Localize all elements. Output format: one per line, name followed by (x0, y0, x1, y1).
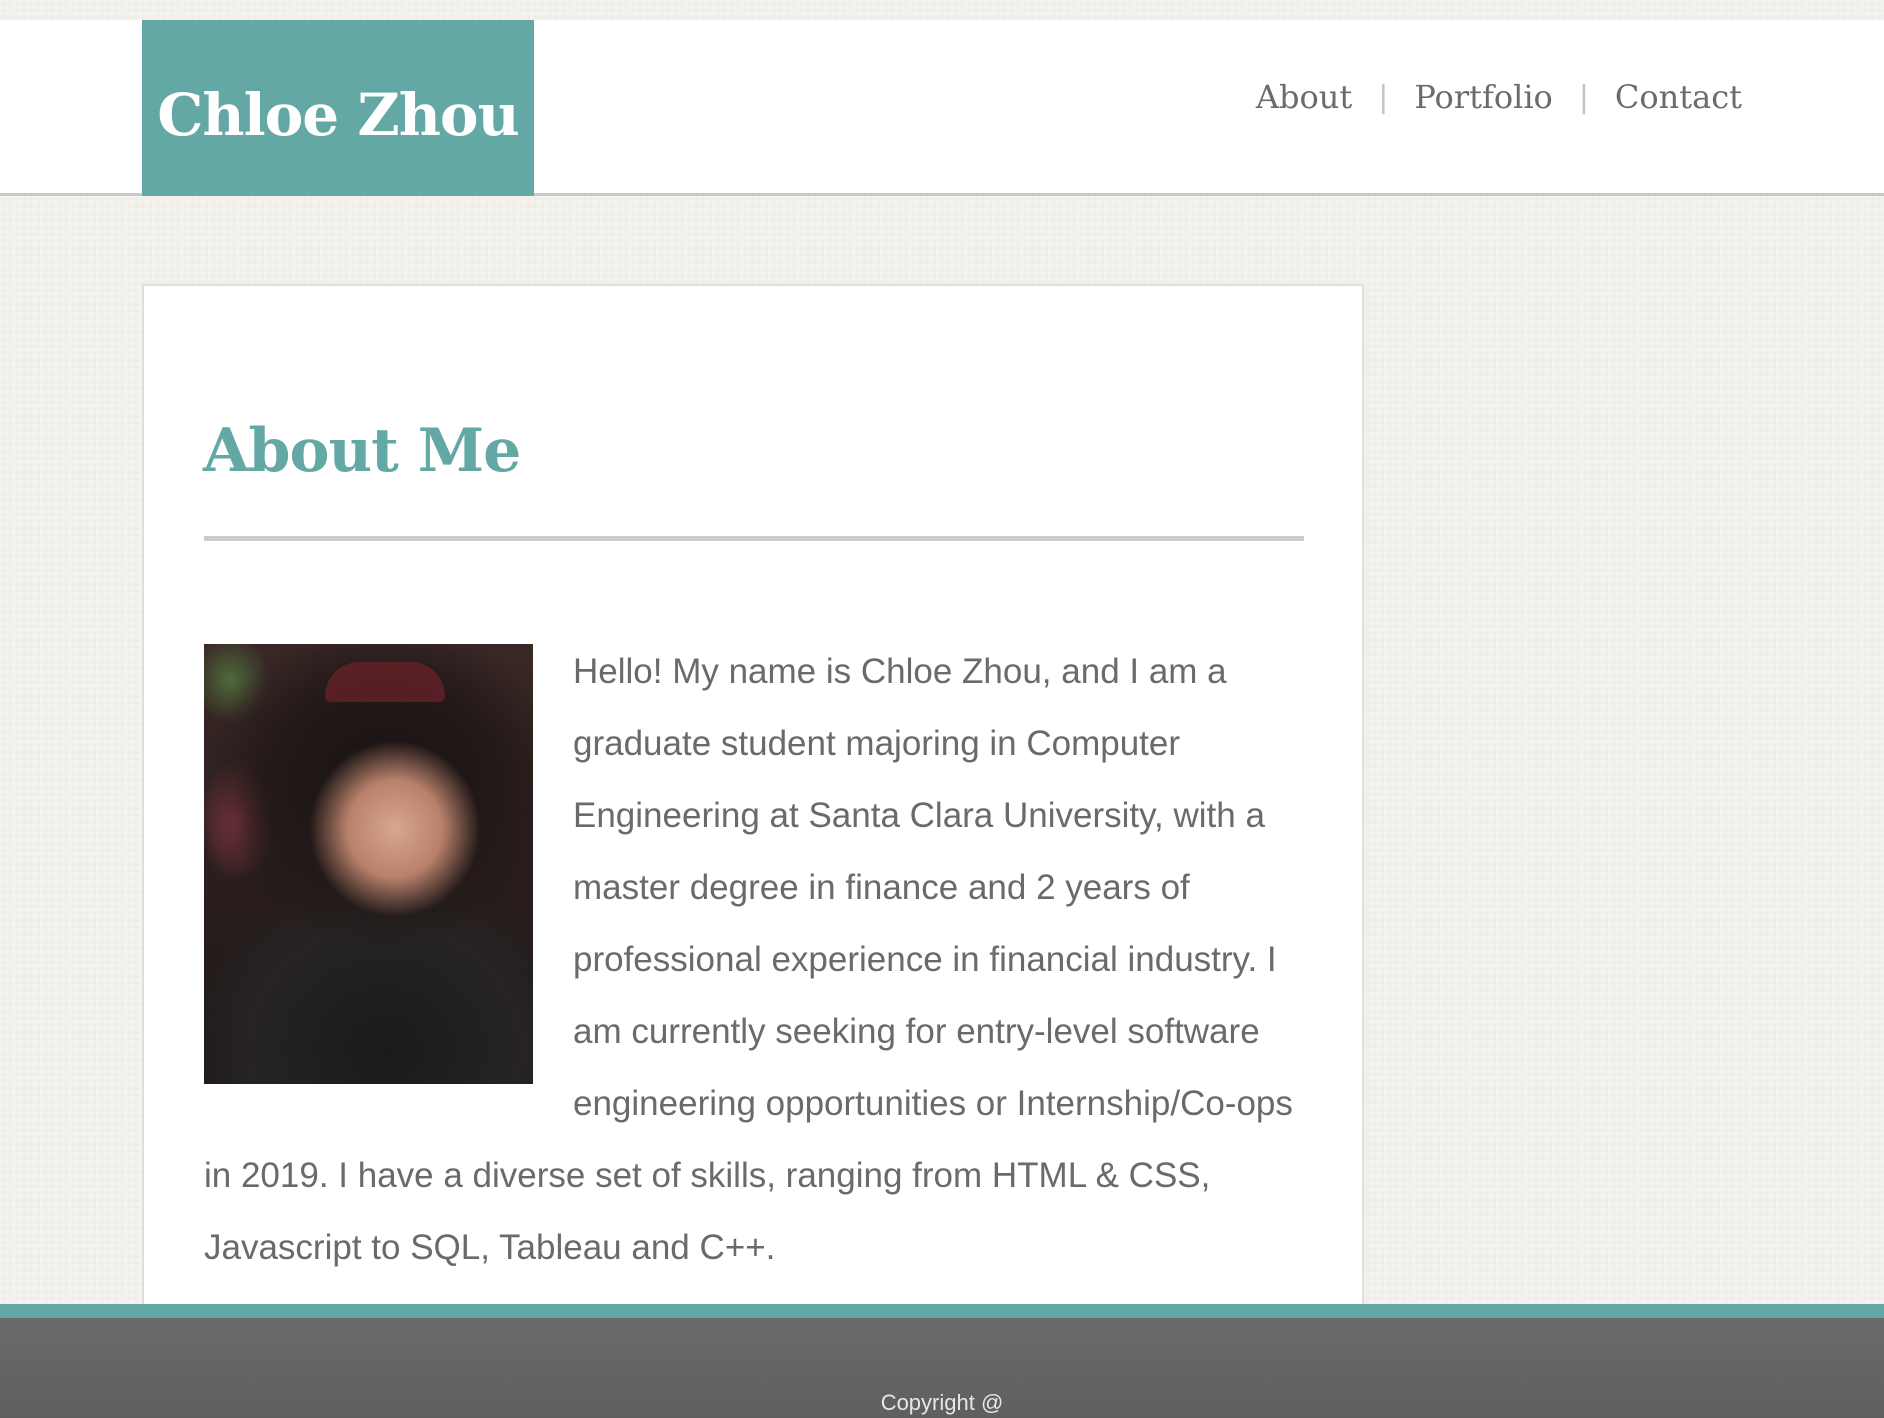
nav-link-about[interactable]: About (1256, 78, 1352, 116)
nav-separator: | (1378, 79, 1389, 115)
nav-link-portfolio[interactable]: Portfolio (1414, 78, 1553, 116)
about-card: About Me Hello! My name is Chloe Zhou, a… (142, 284, 1364, 1324)
nav-separator: | (1578, 79, 1589, 115)
title-divider (204, 536, 1304, 541)
about-content: Hello! My name is Chloe Zhou, and I am a… (204, 636, 1304, 1284)
site-header: Chloe Zhou About | Portfolio | Contact (0, 20, 1884, 196)
main-nav: About | Portfolio | Contact (1256, 78, 1742, 116)
profile-photo (204, 644, 533, 1084)
footer-accent-bar (0, 1304, 1884, 1318)
nav-link-contact[interactable]: Contact (1615, 78, 1742, 116)
logo[interactable]: Chloe Zhou (142, 20, 534, 196)
page-title: About Me (203, 416, 521, 486)
copyright-text: Copyright @ (880, 1390, 1004, 1415)
logo-text[interactable]: Chloe Zhou (157, 67, 520, 149)
site-footer: Copyright @ (0, 1318, 1884, 1418)
